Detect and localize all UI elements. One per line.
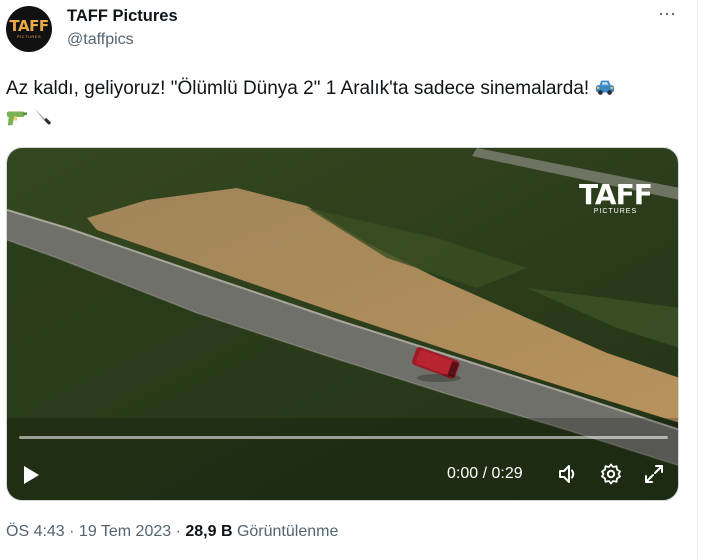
author-display-name[interactable]: TAFF Pictures <box>67 7 178 26</box>
avatar[interactable]: TAFF PICTURES <box>6 6 52 52</box>
meta-separator: · <box>171 523 186 540</box>
meta-separator: · <box>64 523 79 540</box>
views-label: Görüntülenme <box>236 523 339 540</box>
water-pistol-icon <box>6 111 28 126</box>
play-icon[interactable] <box>21 464 41 486</box>
video-player[interactable]: TAFF PICTURES 0:00 / 0:29 <box>6 147 679 501</box>
tweet-text: Az kaldı, geliyoruz! "Ölümlü Dünya 2" 1 … <box>6 75 686 103</box>
avatar-logo-text: TAFF <box>9 17 49 35</box>
watermark-logo-text: TAFF <box>579 178 653 211</box>
tweet-meta: ÖS 4:43 · 19 Tem 2023 · 28,9 B Görüntüle… <box>6 523 338 541</box>
author-handle[interactable]: @taffpics <box>67 31 134 49</box>
volume-icon[interactable] <box>556 462 580 486</box>
video-progress-bar[interactable] <box>19 436 668 439</box>
settings-gear-icon[interactable] <box>599 462 623 486</box>
tweet-date[interactable]: 19 Tem 2023 <box>79 523 171 540</box>
more-options-icon[interactable]: ⋯ <box>658 4 677 25</box>
fullscreen-expand-icon[interactable] <box>642 462 666 486</box>
knife-icon <box>34 108 51 125</box>
avatar-logo-subtext: PICTURES <box>16 34 42 39</box>
tweet-text-body: Az kaldı, geliyoruz! "Ölümlü Dünya 2" 1 … <box>6 78 590 99</box>
column-divider <box>697 0 698 560</box>
video-time: 0:00 / 0:29 <box>447 465 523 482</box>
car-icon <box>596 80 615 95</box>
emoji-row <box>6 103 54 131</box>
video-watermark: TAFF PICTURES <box>579 178 653 216</box>
views-count: 28,9 B <box>185 523 233 540</box>
tweet-time[interactable]: ÖS 4:43 <box>6 523 65 540</box>
